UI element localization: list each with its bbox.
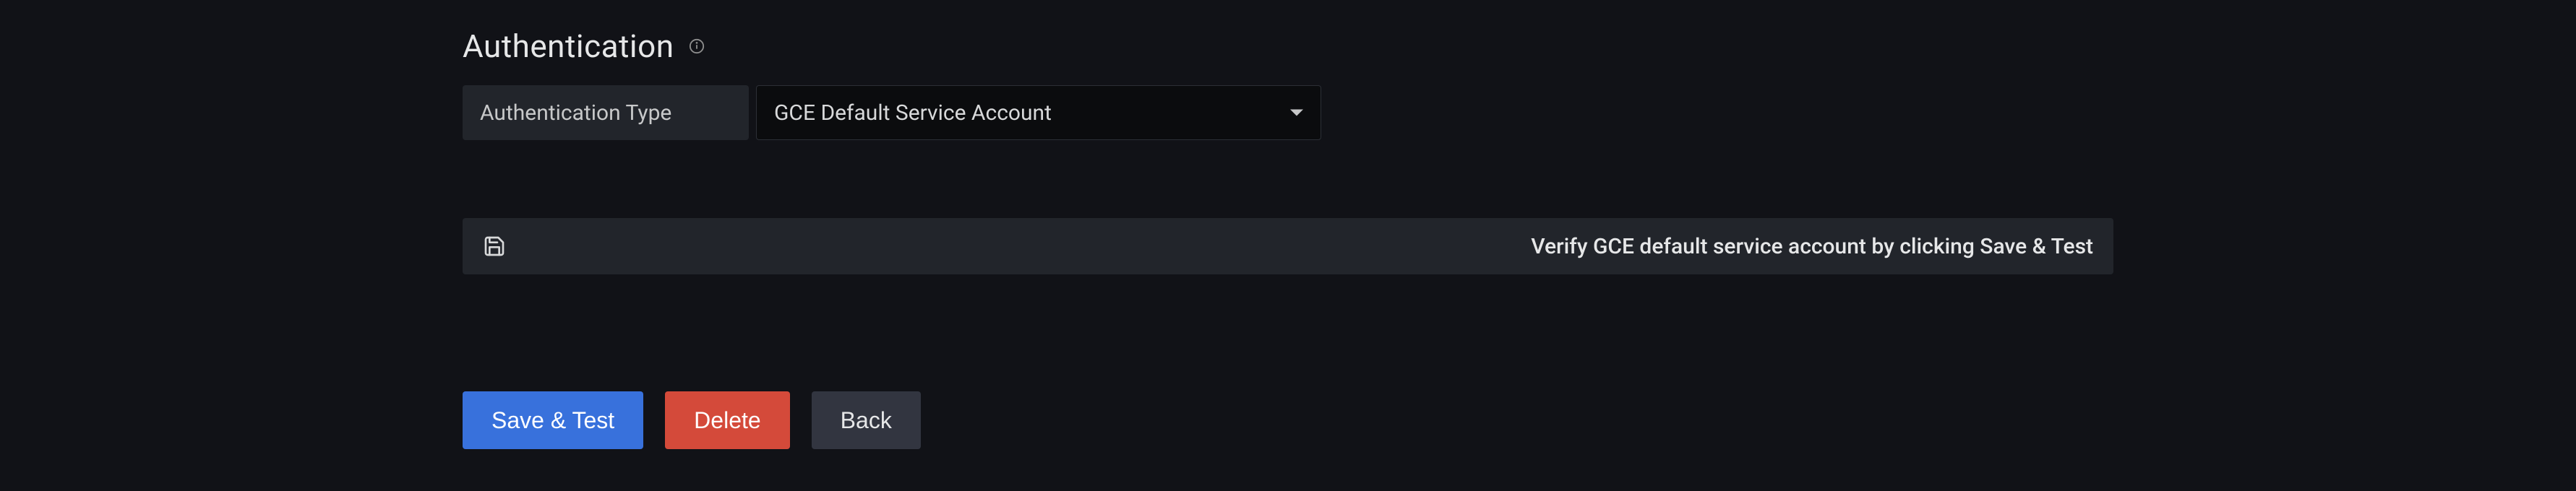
back-button[interactable]: Back bbox=[812, 391, 921, 449]
section-header: Authentication bbox=[463, 27, 2113, 65]
info-icon[interactable] bbox=[689, 38, 705, 54]
alert-message: Verify GCE default service account by cl… bbox=[1531, 234, 2093, 259]
auth-type-select[interactable]: GCE Default Service Account bbox=[756, 85, 1321, 140]
auth-type-row: Authentication Type GCE Default Service … bbox=[463, 85, 2113, 140]
section-title: Authentication bbox=[463, 27, 674, 65]
verify-alert: Verify GCE default service account by cl… bbox=[463, 218, 2113, 274]
action-buttons: Save & Test Delete Back bbox=[463, 391, 2113, 449]
authentication-section: Authentication Authentication Type GCE D… bbox=[463, 27, 2113, 449]
save-icon bbox=[483, 235, 506, 258]
auth-type-value: GCE Default Service Account bbox=[774, 100, 1052, 126]
save-test-button[interactable]: Save & Test bbox=[463, 391, 643, 449]
auth-type-label: Authentication Type bbox=[463, 85, 749, 140]
delete-button[interactable]: Delete bbox=[665, 391, 790, 449]
chevron-down-icon bbox=[1290, 110, 1303, 116]
